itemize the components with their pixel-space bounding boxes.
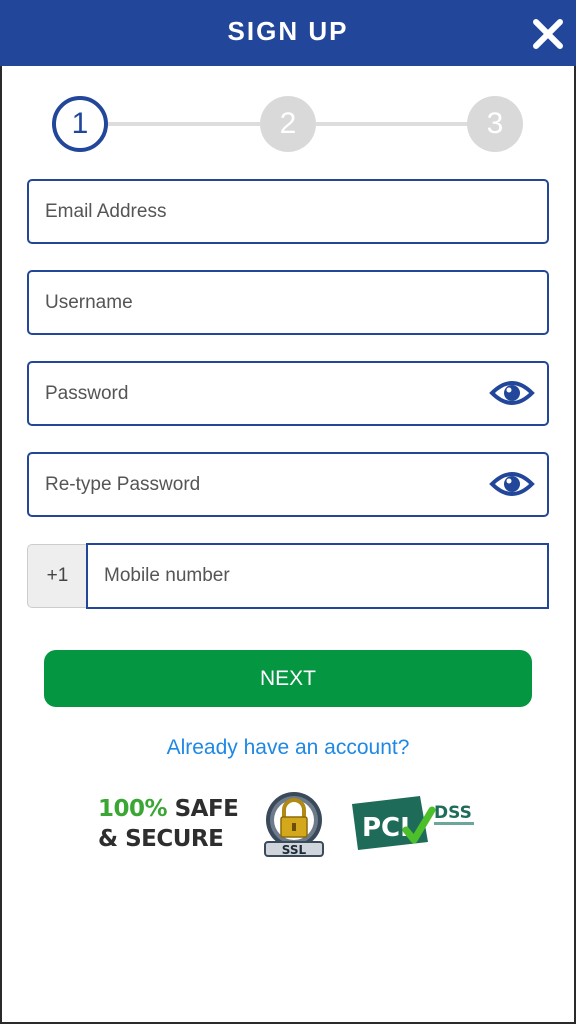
safe-secure-badge: 100% SAFE & SECURE [98, 796, 240, 854]
mobile-input[interactable] [104, 545, 534, 606]
security-badges: 100% SAFE & SECURE SSL PCI DSS [0, 788, 576, 858]
email-input[interactable] [45, 181, 475, 242]
secure-text: & SECURE [98, 826, 224, 852]
password-field-box [27, 361, 549, 426]
signup-stepper: 1 2 3 [0, 94, 576, 154]
ssl-label: SSL [282, 843, 307, 857]
show-password-button[interactable] [489, 377, 535, 409]
dss-label: DSS [434, 803, 472, 823]
page-title: SIGN UP [227, 16, 349, 46]
retype-password-field-box [27, 452, 549, 517]
show-retype-password-button[interactable] [489, 468, 535, 500]
next-button[interactable]: NEXT [44, 650, 532, 707]
password-input[interactable] [45, 363, 475, 424]
step-2: 2 [260, 96, 316, 152]
step-connector [316, 122, 468, 126]
username-input[interactable] [45, 272, 475, 333]
close-icon [533, 19, 563, 49]
eye-icon [489, 472, 535, 496]
step-3: 3 [467, 96, 523, 152]
ssl-badge: SSL [259, 790, 329, 858]
pci-dss-icon: PCI DSS [352, 796, 474, 850]
pci-dss-badge: PCI DSS [348, 792, 480, 852]
safe-text: SAFE [174, 796, 239, 822]
ssl-lock-icon: SSL [264, 792, 324, 857]
step-connector [108, 122, 260, 126]
header-bar: SIGN UP [0, 0, 576, 66]
username-field-box [27, 270, 549, 335]
step-1: 1 [52, 96, 108, 152]
close-button[interactable] [530, 16, 566, 52]
eye-icon [489, 381, 535, 405]
mobile-field-box [86, 543, 549, 609]
email-field-box [27, 179, 549, 244]
retype-password-input[interactable] [45, 454, 475, 515]
safe-percent: 100% [98, 796, 168, 822]
pci-label: PCI [362, 813, 410, 843]
login-link[interactable]: Already have an account? [0, 736, 576, 760]
country-code-prefix[interactable]: +1 [27, 544, 87, 608]
